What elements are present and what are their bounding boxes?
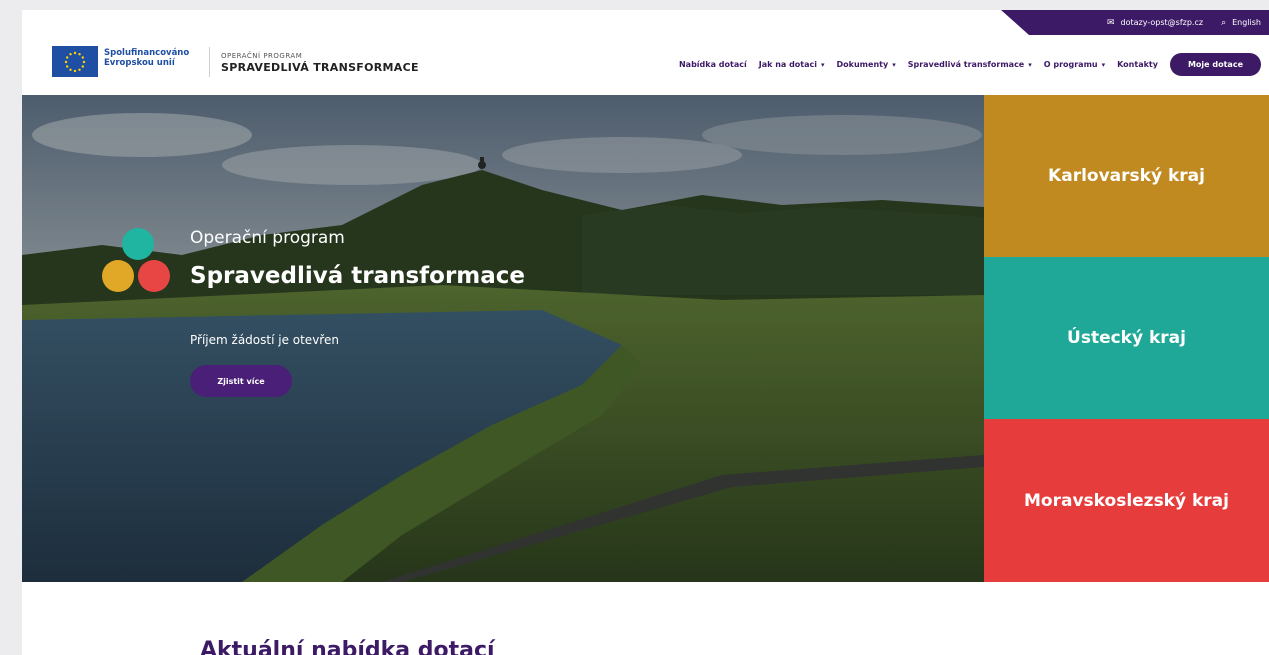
chevron-down-icon: ▾ <box>892 60 896 69</box>
search-icon[interactable]: ⌕ <box>1221 18 1226 28</box>
hero-status-text: Příjem žádostí je otevřen <box>190 333 339 347</box>
utility-bar: ✉ dotazy-opst@sfzp.cz ⌕ English <box>1001 10 1269 35</box>
language-label: English <box>1232 18 1261 27</box>
region-karlovarsky-tile[interactable]: Karlovarský kraj <box>984 95 1269 257</box>
mail-icon: ✉ <box>1106 17 1115 28</box>
nav-kontakty[interactable]: Kontakty <box>1117 60 1158 69</box>
main-nav: Nabídka dotací Jak na dotaci ▾ Dokumenty ▾… <box>679 53 1261 76</box>
nav-spravedliva-transformace[interactable]: Spravedlivá transformace ▾ <box>908 60 1032 69</box>
moje-dotace-button[interactable]: Moje dotace <box>1169 53 1261 76</box>
email-link[interactable]: ✉ dotazy-opst@sfzp.cz <box>1107 18 1203 28</box>
region-moravskoslezsky-tile[interactable]: Moravskoslezský kraj <box>984 419 1269 582</box>
hero-subtitle: Operační program <box>190 228 345 248</box>
region-ustecky-tile[interactable]: Ústecký kraj <box>984 257 1269 419</box>
program-name-logo[interactable]: SPRAVEDLIVÁ TRANSFORMACE <box>221 61 419 74</box>
program-logo-dots-icon <box>102 228 170 292</box>
site-header: Spolufinancováno Evropskou unií OPERAČNÍ… <box>22 35 1269 95</box>
hero-landscape-image <box>22 95 984 582</box>
nav-jak-na-dotaci[interactable]: Jak na dotaci ▾ <box>759 60 825 69</box>
logo-divider <box>209 47 210 77</box>
eu-line-2: Evropskou unií <box>104 58 175 68</box>
chevron-down-icon: ▾ <box>1028 60 1032 69</box>
nav-nabidka-dotaci[interactable]: Nabídka dotací <box>679 60 747 69</box>
chevron-down-icon: ▾ <box>1101 60 1106 69</box>
eu-cofinanced-text: Spolufinancováno Evropskou unií <box>104 48 189 68</box>
hero-title: Spravedlivá transformace <box>190 263 526 289</box>
chevron-down-icon: ▾ <box>821 60 825 69</box>
language-link[interactable]: ⌕ English <box>1221 18 1261 28</box>
nav-o-programu[interactable]: O programu ▾ <box>1044 60 1105 69</box>
email-label: dotazy-opst@sfzp.cz <box>1120 18 1204 27</box>
nav-dokumenty[interactable]: Dokumenty ▾ <box>837 60 896 69</box>
eu-line-1: Spolufinancováno <box>104 48 190 58</box>
zjistit-vice-button[interactable]: Zjistit více <box>190 365 292 397</box>
section-title: Aktuální nabídka dotací <box>200 638 495 655</box>
eu-flag-logo[interactable] <box>52 46 98 77</box>
hero-banner: Operační program Spravedlivá transformac… <box>22 95 984 582</box>
page: ✉ dotazy-opst@sfzp.cz ⌕ English Spolufin… <box>22 10 1269 655</box>
eu-stars-icon <box>64 51 86 72</box>
program-label: OPERAČNÍ PROGRAM <box>221 52 303 60</box>
